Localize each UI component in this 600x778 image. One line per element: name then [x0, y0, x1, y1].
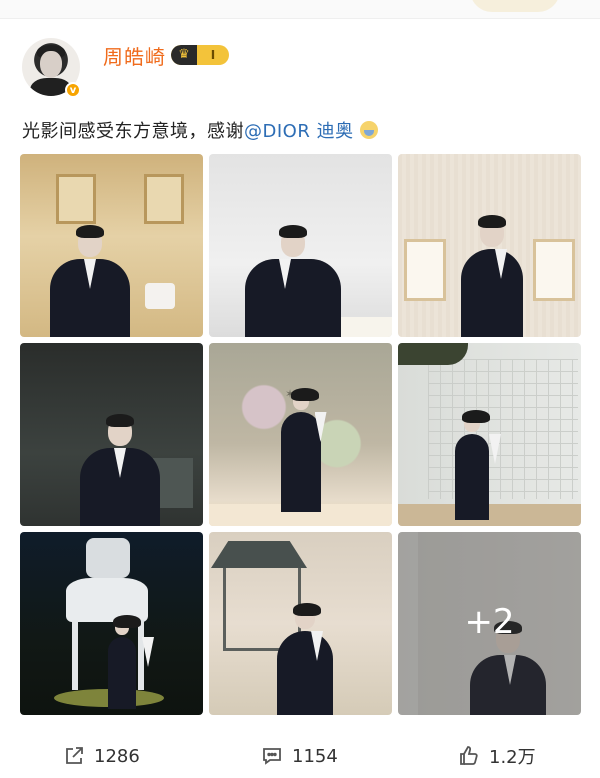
username[interactable]: 周皓崎 — [103, 41, 166, 70]
mention-link[interactable]: @DIOR 迪奥 — [244, 121, 354, 142]
previous-post-edge — [0, 0, 600, 19]
photo-tile-9[interactable]: +2 — [398, 532, 581, 715]
photo-tile-6[interactable] — [398, 343, 581, 526]
comment-count: 1154 — [292, 745, 338, 767]
like-count: 1.2万 — [489, 747, 536, 768]
repost-button[interactable]: 1286 — [62, 740, 140, 772]
decoration — [470, 0, 560, 12]
photo-tile-7[interactable] — [20, 532, 203, 715]
thumbs-up-icon — [460, 746, 478, 765]
weibo-post: v 周皓崎 ♛ I 光影间感受东方意境，感谢@DIOR 迪奥 ✶ — [0, 0, 600, 778]
emoji-icon — [359, 121, 378, 139]
photo-tile-4[interactable] — [20, 343, 203, 526]
image-grid: ✶ +2 — [20, 154, 581, 715]
vip-badge[interactable]: ♛ I — [171, 45, 229, 65]
more-photos-count: +2 — [464, 602, 515, 642]
crown-icon: ♛ — [171, 45, 197, 65]
photo-tile-1[interactable] — [20, 154, 203, 337]
photo-tile-8[interactable] — [209, 532, 392, 715]
post-text-body: 光影间感受东方意境，感谢 — [22, 121, 244, 142]
photo-tile-3[interactable] — [398, 154, 581, 337]
like-button[interactable]: 1.2万 — [457, 740, 536, 772]
photo-tile-5[interactable]: ✶ — [209, 343, 392, 526]
share-icon — [66, 747, 83, 764]
action-bar: 1286 1154 1.2万 — [0, 740, 600, 778]
comment-button[interactable]: 1154 — [260, 740, 338, 772]
comment-icon — [263, 748, 281, 765]
post-text: 光影间感受东方意境，感谢@DIOR 迪奥 — [22, 117, 378, 143]
repost-count: 1286 — [94, 745, 140, 767]
photo-tile-2[interactable] — [209, 154, 392, 337]
verified-icon: v — [65, 82, 81, 98]
vip-level: I — [210, 48, 216, 62]
